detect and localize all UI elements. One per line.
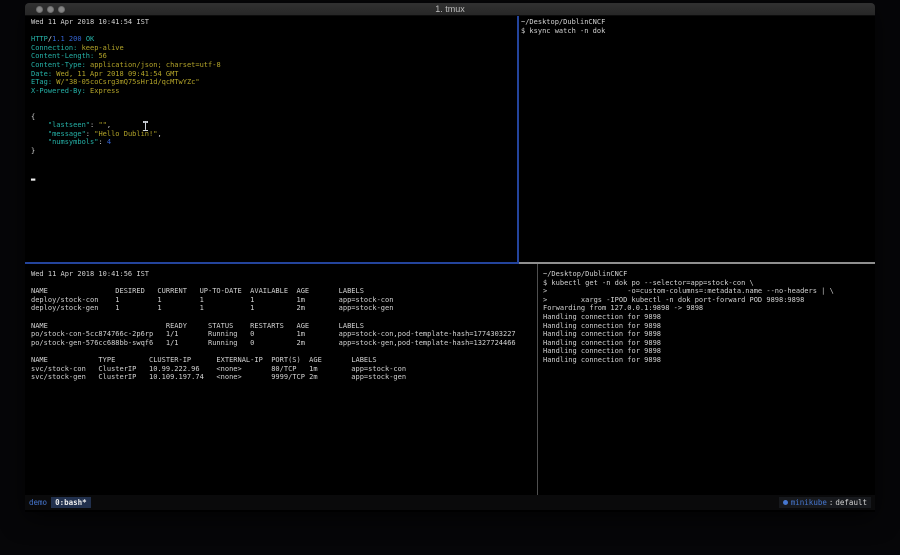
- terminal-line: "lastseen": "",: [31, 121, 511, 130]
- terminal-line: [31, 347, 531, 356]
- terminal-line: {: [31, 113, 511, 122]
- terminal-line: [31, 95, 511, 104]
- kube-context-indicator: minikube : default: [779, 497, 871, 508]
- terminal-line: [31, 164, 511, 173]
- desktop-background: 1. tmux Wed 11 Apr 2018 10:41:54 IST HTT…: [0, 0, 900, 555]
- terminal-line: po/stock-gen-576cc688bb-swqf6 1/1 Runnin…: [31, 339, 531, 348]
- terminal-line: Date: Wed, 11 Apr 2018 09:41:54 GMT: [31, 70, 511, 79]
- terminal-line: Connection: keep-alive: [31, 44, 511, 53]
- kube-context: minikube: [791, 498, 827, 507]
- terminal-line: Handling connection for 9898: [543, 322, 873, 331]
- terminal-line: svc/stock-gen ClusterIP 10.109.197.74 <n…: [31, 373, 531, 382]
- zoom-button[interactable]: [58, 6, 65, 13]
- mouse-cursor-ibeam: [143, 121, 148, 131]
- terminal-line: ▂: [31, 173, 511, 182]
- minimize-button[interactable]: [47, 6, 54, 13]
- terminal-line: "numsymbols": 4: [31, 138, 511, 147]
- terminal-line: Handling connection for 9898: [543, 347, 873, 356]
- terminal-line: Wed 11 Apr 2018 10:41:56 IST: [31, 270, 531, 279]
- terminal-line: ETag: W/"38-05coCsrg3mQ75sHr1d/qcMTwYZc": [31, 78, 511, 87]
- window-title: 1. tmux: [25, 3, 875, 16]
- terminal-line: Handling connection for 9898: [543, 339, 873, 348]
- terminal-line: Forwarding from 127.0.0.1:9898 -> 9898: [543, 304, 873, 313]
- terminal-line: Wed 11 Apr 2018 10:41:54 IST: [31, 18, 511, 27]
- terminal-line: Handling connection for 9898: [543, 313, 873, 322]
- terminal-line: Content-Length: 56: [31, 52, 511, 61]
- pane-divider-horizontal-right[interactable]: [519, 262, 875, 264]
- tmux-status-left: demo 0:bash*: [29, 497, 91, 508]
- pane-divider-vertical-top[interactable]: [517, 16, 519, 262]
- terminal-line: X-Powered-By: Express: [31, 87, 511, 96]
- terminal-line: deploy/stock-con 1 1 1 1 1m app=stock-co…: [31, 296, 531, 305]
- terminal-line: [31, 313, 531, 322]
- pane-http-response[interactable]: Wed 11 Apr 2018 10:41:54 IST HTTP/1.1 20…: [31, 18, 511, 181]
- tmux-window-tab[interactable]: 0:bash*: [51, 497, 91, 508]
- pane-port-forward[interactable]: ~/Desktop/DublinCNCF$ kubectl get -n dok…: [543, 270, 873, 365]
- pane-kubectl-resources[interactable]: Wed 11 Apr 2018 10:41:56 IST NAME DESIRE…: [31, 270, 531, 382]
- terminal-line: Handling connection for 9898: [543, 356, 873, 365]
- terminal-line: NAME DESIRED CURRENT UP-TO-DATE AVAILABL…: [31, 287, 531, 296]
- terminal-line: svc/stock-con ClusterIP 10.99.222.96 <no…: [31, 365, 531, 374]
- terminal-line: HTTP/1.1 200 OK: [31, 35, 511, 44]
- terminal-line: ~/Desktop/DublinCNCF: [543, 270, 873, 279]
- kube-namespace: default: [835, 498, 867, 507]
- terminal-line: ~/Desktop/DublinCNCF: [521, 18, 869, 27]
- terminal-line: "message": "Hello Dublin!",: [31, 130, 511, 139]
- terminal-line: [31, 27, 511, 36]
- pane-divider-horizontal-left[interactable]: [25, 262, 519, 264]
- terminal-line: }: [31, 147, 511, 156]
- tmux-session-name: demo: [29, 498, 47, 507]
- terminal-line: po/stock-con-5cc874766c-2p6rp 1/1 Runnin…: [31, 330, 531, 339]
- pane-ksync-watch[interactable]: ~/Desktop/DublinCNCF$ ksync watch -n dok: [521, 18, 869, 35]
- terminal-line: $ ksync watch -n dok: [521, 27, 869, 36]
- terminal-line: Handling connection for 9898: [543, 330, 873, 339]
- terminal-line: Content-Type: application/json; charset=…: [31, 61, 511, 70]
- terminal-window: 1. tmux Wed 11 Apr 2018 10:41:54 IST HTT…: [25, 3, 875, 512]
- terminal-line: > xargs -IPOD kubectl -n dok port-forwar…: [543, 296, 873, 305]
- terminal-line: [31, 279, 531, 288]
- terminal-line: [31, 104, 511, 113]
- terminal-line: NAME TYPE CLUSTER-IP EXTERNAL-IP PORT(S)…: [31, 356, 531, 365]
- traffic-lights: [36, 6, 65, 13]
- tmux-status-bar: demo 0:bash* minikube : default: [25, 495, 875, 510]
- terminal-line: NAME READY STATUS RESTARTS AGE LABELS: [31, 322, 531, 331]
- pane-divider-vertical-bottom[interactable]: [537, 264, 538, 495]
- terminal-line: > -o=custom-columns=:metadata.name --no-…: [543, 287, 873, 296]
- kubernetes-wheel-icon: [783, 500, 788, 505]
- window-titlebar[interactable]: 1. tmux: [25, 3, 875, 16]
- kube-separator: :: [829, 498, 834, 507]
- close-button[interactable]: [36, 6, 43, 13]
- terminal-line: [31, 156, 511, 165]
- terminal-line: deploy/stock-gen 1 1 1 1 2m app=stock-ge…: [31, 304, 531, 313]
- terminal-line: $ kubectl get -n dok po --selector=app=s…: [543, 279, 873, 288]
